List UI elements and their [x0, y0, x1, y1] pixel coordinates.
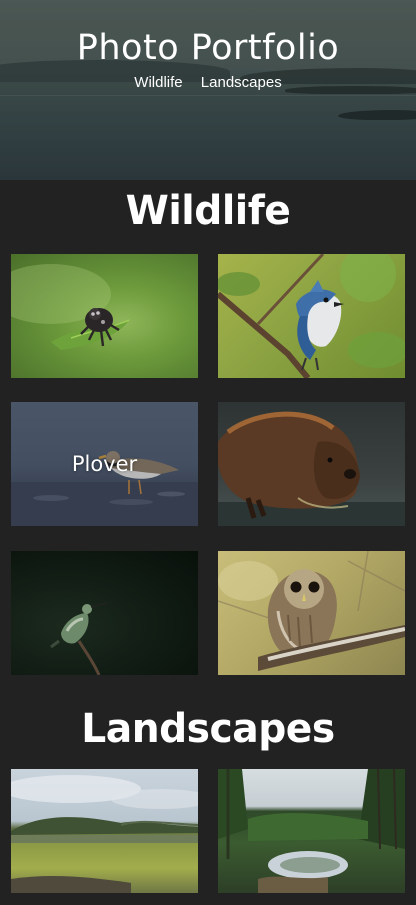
photo-tile-beaver[interactable] — [218, 402, 405, 526]
main-nav: Wildlife Landscapes — [0, 74, 416, 91]
photo-caption: Plover — [71, 452, 138, 476]
forest-pond-image — [218, 769, 405, 893]
blue-jay-image — [218, 254, 405, 378]
barred-owl-image — [218, 551, 405, 671]
photo-tile-plover[interactable]: Plover — [11, 402, 198, 526]
nav-link-landscapes[interactable]: Landscapes — [201, 74, 282, 91]
jumping-spider-image — [11, 264, 130, 350]
nav-link-wildlife[interactable]: Wildlife — [134, 74, 182, 91]
photo-tile-blue-jay[interactable] — [218, 254, 405, 378]
section-heading-wildlife: Wildlife — [125, 188, 291, 234]
site-title: Photo Portfolio — [76, 28, 340, 68]
section-heading-landscapes: Landscapes — [81, 706, 335, 752]
hero-header: Photo Portfolio Wildlife Landscapes — [0, 0, 416, 180]
photo-tile-barred-owl[interactable] — [218, 551, 405, 675]
photo-tile-forest-pond[interactable] — [218, 769, 405, 893]
marsh-landscape-image — [11, 775, 198, 893]
beaver-image — [218, 411, 405, 526]
photo-tile-hummingbird[interactable] — [11, 551, 198, 675]
hummingbird-image — [50, 602, 108, 675]
photo-tile-jumping-spider[interactable] — [11, 254, 198, 378]
photo-tile-marsh[interactable] — [11, 769, 198, 893]
